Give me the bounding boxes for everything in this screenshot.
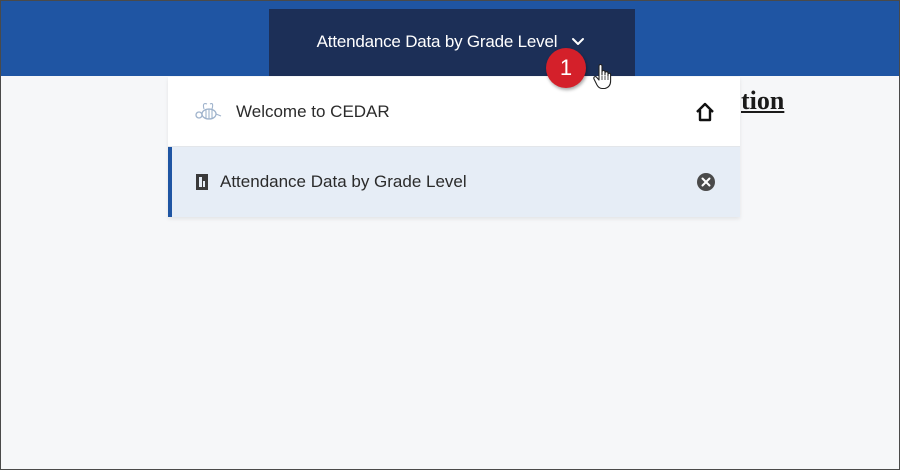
menu-item-attendance-label: Attendance Data by Grade Level <box>220 172 467 191</box>
page-switcher-menu: Welcome to CEDAR Attendance Data by Grad… <box>168 77 740 217</box>
current-page-label: Attendance Data by Grade Level <box>316 31 558 51</box>
page-heading-partial: tion <box>741 86 785 115</box>
bee-icon <box>190 100 226 124</box>
menu-item-welcome[interactable]: Welcome to CEDAR <box>168 77 740 147</box>
app-window: Attendance Data by Grade Level tion Welc… <box>0 0 900 470</box>
step-number-badge: 1 <box>546 48 586 88</box>
close-circle-icon[interactable] <box>696 172 716 192</box>
top-navigation-bar: Attendance Data by Grade Level <box>1 1 899 76</box>
report-icon <box>194 172 210 192</box>
menu-item-welcome-label: Welcome to CEDAR <box>236 101 390 121</box>
hand-pointer-cursor-icon <box>593 63 612 90</box>
home-icon[interactable] <box>694 101 716 123</box>
menu-item-attendance[interactable]: Attendance Data by Grade Level <box>168 147 740 217</box>
chevron-down-icon <box>572 37 585 45</box>
